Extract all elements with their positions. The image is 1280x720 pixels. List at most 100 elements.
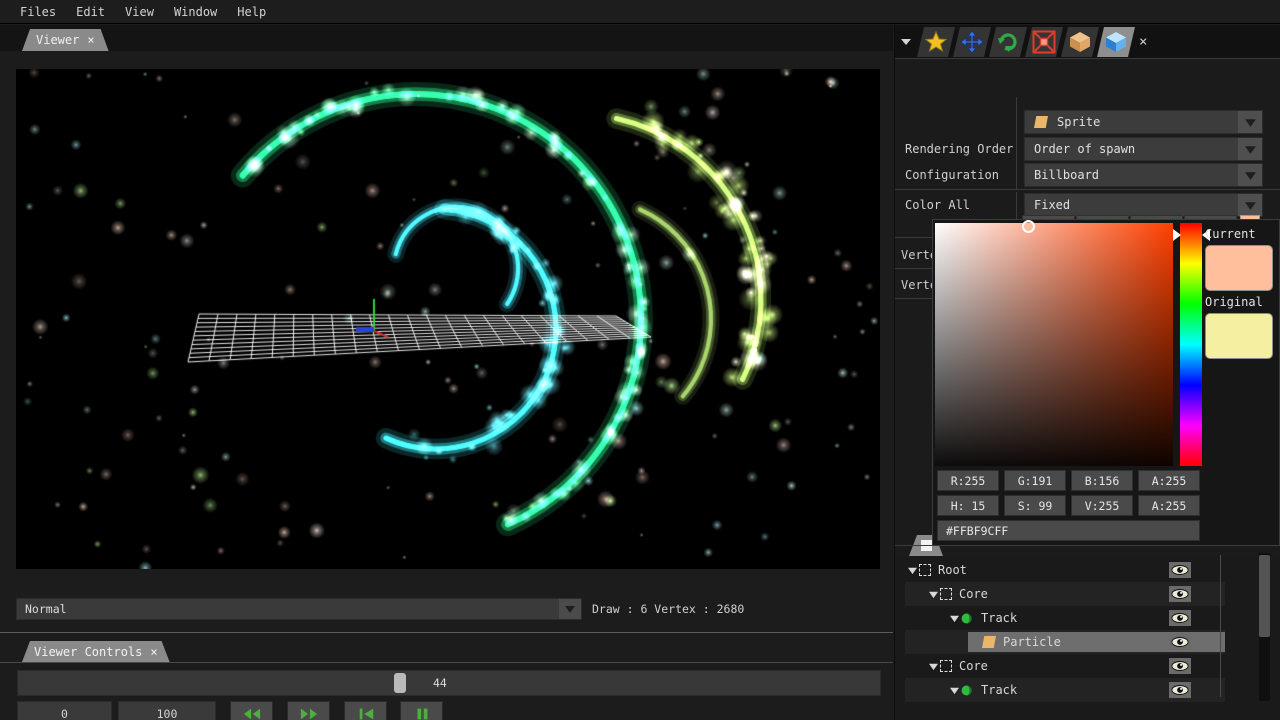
tree-row-label: Track	[981, 611, 1018, 625]
tree-row-label: Core	[959, 659, 988, 673]
viewport-3d[interactable]	[16, 69, 880, 569]
tab-rotate[interactable]	[989, 27, 1027, 57]
menu-files[interactable]: Files	[10, 2, 66, 22]
viewer-tabstrip: Viewer ×	[0, 25, 893, 51]
picker-b-field[interactable]: B:156	[1071, 470, 1133, 491]
track-icon	[961, 684, 974, 697]
rewind-button[interactable]	[230, 701, 273, 720]
close-icon[interactable]: ×	[1139, 34, 1147, 50]
tool-tabstrip: ×	[895, 25, 1280, 59]
menu-help[interactable]: Help	[227, 2, 276, 22]
pause-button[interactable]	[400, 701, 443, 720]
collapse-arrow-icon[interactable]	[895, 27, 917, 57]
chevron-down-icon[interactable]	[1238, 138, 1262, 160]
tab-viewer-controls-label: Viewer Controls	[34, 644, 143, 659]
tab-particle[interactable]	[1097, 27, 1135, 57]
tab-scale[interactable]	[1025, 27, 1063, 57]
picker-v-field[interactable]: V:255	[1071, 495, 1133, 516]
tab-viewer-controls[interactable]: Viewer Controls ×	[22, 641, 170, 662]
tree-row[interactable]: Track	[905, 678, 1225, 702]
eye-icon[interactable]	[1169, 562, 1191, 578]
timeline-slider[interactable]: 44	[17, 670, 881, 696]
render-mode-dropdown[interactable]: Normal	[16, 598, 582, 620]
chevron-down-icon[interactable]	[905, 563, 919, 577]
picker-s-field[interactable]: S: 99	[1004, 495, 1066, 516]
chevron-down-icon[interactable]	[559, 599, 581, 619]
node-tree[interactable]: Root Core Track Particle Core Track	[895, 556, 1280, 720]
draw-stats-label: Draw : 6 Vertex : 2680	[592, 602, 745, 616]
tab-favorite[interactable]	[917, 27, 955, 57]
menu-edit[interactable]: Edit	[66, 2, 115, 22]
tree-row[interactable]: Core	[905, 582, 1225, 606]
eye-icon[interactable]	[1169, 586, 1191, 602]
chevron-down-icon[interactable]	[947, 683, 961, 697]
fast-forward-button[interactable]	[287, 701, 330, 720]
chevron-down-icon[interactable]	[1238, 111, 1262, 133]
viewer-panel: Viewer × Normal Draw : 6 Vertex : 2680 V…	[0, 25, 893, 720]
color-all-dropdown[interactable]: Fixed	[1024, 193, 1263, 217]
eye-icon[interactable]	[1169, 682, 1191, 698]
divider	[895, 58, 1280, 59]
tree-row[interactable]: Track	[905, 606, 1225, 630]
tree-row[interactable]: Particle	[905, 630, 1225, 654]
original-color-swatch[interactable]	[1205, 313, 1273, 359]
current-color-label: Current	[1205, 227, 1256, 241]
timeline-handle[interactable]	[394, 673, 406, 693]
tab-viewer[interactable]: Viewer ×	[22, 29, 109, 51]
picker-r-field[interactable]: R:255	[937, 470, 999, 491]
menu-view[interactable]: View	[115, 2, 164, 22]
divider	[1016, 97, 1017, 189]
timeline-value-label: 44	[433, 676, 447, 690]
viewer-controls-panel: Viewer Controls × 44 0 100	[0, 637, 893, 720]
close-icon[interactable]: ×	[87, 33, 94, 47]
tab-move[interactable]	[953, 27, 991, 57]
eye-icon[interactable]	[1169, 658, 1191, 674]
current-color-swatch	[1205, 245, 1273, 291]
eye-icon[interactable]	[1169, 634, 1191, 650]
rendering-order-label: Rendering Order	[905, 142, 1014, 156]
dashed-square-icon	[919, 564, 931, 576]
hex-color-input[interactable]: #FFBF9CFF	[937, 520, 1200, 541]
hue-marker-left[interactable]	[1173, 229, 1181, 241]
range-max-field[interactable]: 100	[118, 701, 216, 720]
type-value: Sprite	[1057, 115, 1101, 129]
close-icon[interactable]: ×	[150, 645, 157, 659]
eye-icon[interactable]	[1169, 610, 1191, 626]
picker-a-field[interactable]: A:255	[1138, 470, 1200, 491]
range-min-field[interactable]: 0	[17, 701, 112, 720]
dashed-square-icon	[940, 588, 952, 600]
chevron-down-icon[interactable]	[947, 611, 961, 625]
color-picker-dialog[interactable]: Current Original R:255 G:191 B:156 A:255…	[932, 219, 1280, 546]
skip-to-start-button[interactable]	[344, 701, 387, 720]
sv-cursor-handle[interactable]	[1022, 220, 1035, 233]
chevron-down-icon[interactable]	[1238, 194, 1262, 216]
chevron-down-icon[interactable]	[926, 587, 940, 601]
rendering-order-dropdown[interactable]: Order of spawn	[1024, 137, 1263, 161]
tab-viewer-label: Viewer	[36, 33, 80, 47]
folder-icon	[982, 636, 996, 648]
chevron-down-icon[interactable]	[1238, 164, 1262, 186]
dashed-square-icon	[940, 660, 952, 672]
configuration-dropdown[interactable]: Billboard	[1024, 163, 1263, 187]
tree-row[interactable]: Root	[905, 558, 1225, 582]
track-icon	[961, 612, 974, 625]
picker-h-field[interactable]: H: 15	[937, 495, 999, 516]
type-dropdown[interactable]: Sprite	[1024, 110, 1263, 134]
application-window: Files Edit View Window Help Viewer × Nor…	[0, 0, 1280, 720]
divider	[1220, 555, 1221, 697]
configuration-value: Billboard	[1034, 168, 1100, 182]
menu-window[interactable]: Window	[164, 2, 227, 22]
property-row-rendering-order: Rendering Order Order of spawn	[895, 136, 1280, 162]
tree-scrollbar[interactable]	[1259, 553, 1270, 701]
tab-model[interactable]	[1061, 27, 1099, 57]
tree-row[interactable]: Core	[905, 654, 1225, 678]
scrollbar-thumb[interactable]	[1259, 555, 1270, 637]
chevron-down-icon[interactable]	[926, 659, 940, 673]
picker-g-field[interactable]: G:191	[1004, 470, 1066, 491]
picker-a2-field[interactable]: A:255	[1138, 495, 1200, 516]
property-row-configuration: Configuration Billboard	[895, 162, 1280, 188]
color-all-value: Fixed	[1034, 198, 1071, 212]
color-all-label: Color All	[905, 198, 971, 212]
divider	[895, 189, 1280, 190]
configuration-label: Configuration	[905, 168, 999, 182]
